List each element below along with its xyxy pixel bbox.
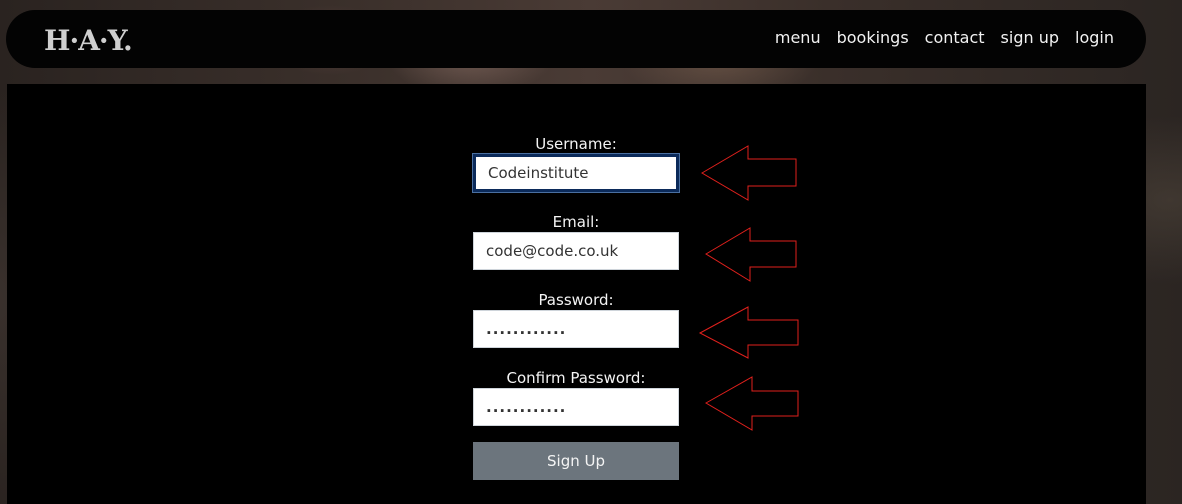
password-input[interactable] [473, 310, 679, 348]
nav-link-login[interactable]: login [1075, 28, 1114, 47]
nav-links: menu bookings contact sign up login [775, 28, 1114, 47]
password-group: Password: [473, 290, 679, 348]
email-group: Email: [473, 212, 679, 270]
email-label: Email: [552, 213, 600, 231]
signup-form: Username: Email: Password: Confirm Passw… [473, 134, 679, 480]
signup-panel: Username: Email: Password: Confirm Passw… [7, 84, 1146, 504]
navbar: H·A·Y. menu bookings contact sign up log… [6, 10, 1146, 68]
confirm-password-group: Confirm Password: [473, 368, 679, 426]
email-input[interactable] [473, 232, 679, 270]
confirm-password-input[interactable] [473, 388, 679, 426]
nav-link-menu[interactable]: menu [775, 28, 821, 47]
sign-up-button[interactable]: Sign Up [473, 442, 679, 480]
nav-link-sign-up[interactable]: sign up [1001, 28, 1059, 47]
username-input[interactable] [473, 154, 679, 192]
confirm-password-label: Confirm Password: [506, 369, 646, 387]
nav-link-contact[interactable]: contact [925, 28, 985, 47]
nav-link-bookings[interactable]: bookings [837, 28, 909, 47]
brand-logo[interactable]: H·A·Y. [44, 24, 133, 57]
password-label: Password: [538, 291, 614, 309]
username-label: Username: [535, 135, 617, 153]
username-group: Username: [473, 134, 679, 192]
